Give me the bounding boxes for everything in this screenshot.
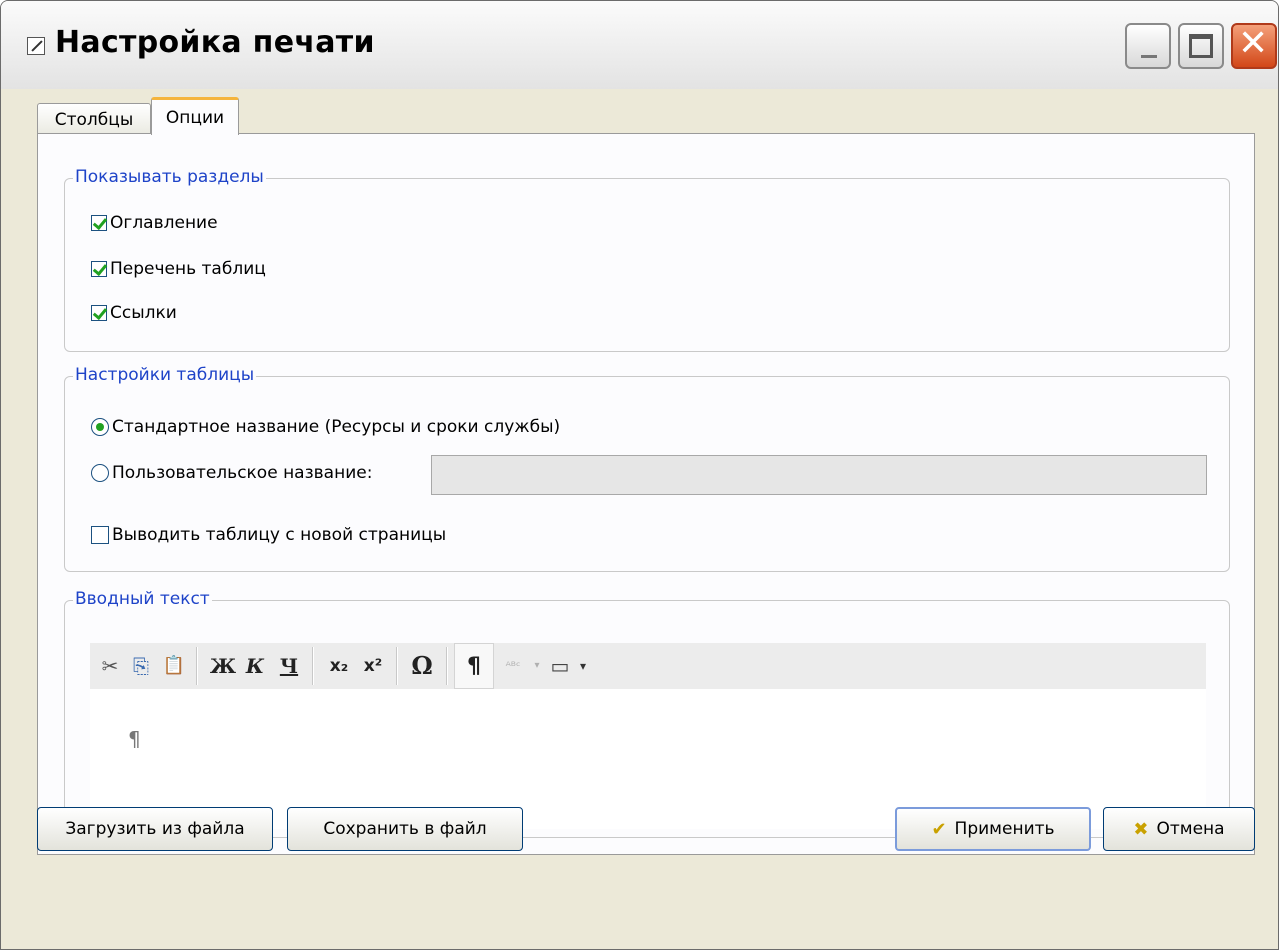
title-bar[interactable]: Настройка печати ✕ [1, 1, 1278, 89]
checkmark-icon: ✔ [931, 818, 947, 840]
paragraph-mark: ¶ [128, 727, 141, 751]
dialog-body: Столбцы Опции Показывать разделы Оглавле… [9, 89, 1272, 941]
radio-icon[interactable] [91, 464, 109, 482]
spell-check-dropdown-icon: ▾ [534, 660, 540, 671]
bold-icon[interactable]: Ж [208, 643, 238, 689]
tab-label: Столбцы [54, 110, 134, 130]
toolbar-separator [446, 647, 448, 685]
insert-field-icon[interactable]: ▭ [546, 643, 574, 689]
checkbox-icon[interactable] [91, 305, 107, 321]
toolbar-separator [312, 647, 314, 685]
toolbar-separator [396, 647, 398, 685]
load-from-file-button[interactable]: Загрузить из файла [37, 807, 273, 851]
minimize-icon [1141, 55, 1157, 58]
checkbox-icon[interactable] [91, 526, 109, 544]
button-label: Сохранить в файл [323, 819, 487, 839]
close-button[interactable]: ✕ [1231, 23, 1277, 69]
save-to-file-button[interactable]: Сохранить в файл [287, 807, 523, 851]
checkbox-references[interactable]: Ссылки [91, 303, 177, 323]
checkbox-new-page[interactable]: Выводить таблицу с новой страницы [91, 525, 446, 545]
maximize-icon [1189, 34, 1213, 58]
underline-icon[interactable]: Ч [274, 643, 304, 689]
button-label: Отмена [1156, 819, 1225, 839]
button-label: Загрузить из файла [65, 819, 245, 839]
cancel-icon: ✖ [1133, 818, 1149, 840]
cancel-button[interactable]: ✖ Отмена [1103, 807, 1255, 851]
radio-label: Пользовательское название: [112, 463, 373, 483]
italic-icon[interactable]: К [240, 643, 270, 689]
table-settings-group: Настройки таблицы Стандартное название (… [64, 365, 1230, 572]
radio-label: Стандартное название (Ресурсы и сроки сл… [112, 417, 561, 437]
apply-button[interactable]: ✔ Применить [895, 807, 1091, 851]
checkbox-label: Перечень таблиц [110, 259, 266, 279]
custom-name-input[interactable] [431, 455, 1207, 495]
show-sections-group: Показывать разделы Оглавление Перечень т… [64, 167, 1230, 352]
superscript-icon[interactable]: x² [358, 643, 388, 689]
checkbox-table-of-contents[interactable]: Оглавление [91, 213, 218, 233]
editor-toolbar: ✂ ⎘ 📋 Ж К Ч x₂ x² Ω ¶ ᴬᴮᶜ ▾ ▭ ▾ [90, 643, 1206, 689]
maximize-button[interactable] [1178, 23, 1224, 69]
checkbox-list-of-tables[interactable]: Перечень таблиц [91, 259, 266, 279]
checkbox-label: Выводить таблицу с новой страницы [112, 525, 447, 545]
spell-check-icon: ᴬᴮᶜ [505, 659, 521, 673]
subscript-icon[interactable]: x₂ [324, 643, 354, 689]
options-panel: Показывать разделы Оглавление Перечень т… [37, 133, 1255, 855]
checkbox-icon[interactable] [91, 261, 107, 277]
radio-custom-name[interactable]: Пользовательское название: [91, 463, 372, 483]
tab-options[interactable]: Опции [151, 97, 239, 135]
button-label: Применить [954, 819, 1055, 839]
tab-label: Опции [165, 108, 225, 128]
special-character-icon[interactable]: Ω [406, 643, 438, 689]
group-legend: Показывать разделы [73, 167, 266, 187]
cut-icon[interactable]: ✂ [96, 643, 124, 689]
checkbox-icon[interactable] [91, 215, 107, 231]
tab-columns[interactable]: Столбцы [37, 103, 151, 133]
group-legend: Вводный текст [73, 589, 212, 609]
group-legend: Настройки таблицы [73, 365, 257, 385]
copy-icon[interactable]: ⎘ [126, 643, 156, 689]
minimize-button[interactable] [1125, 23, 1171, 69]
radio-icon[interactable] [91, 418, 109, 436]
window-title: Настройка печати [55, 25, 375, 60]
window-app-icon [27, 37, 45, 55]
show-formatting-marks-icon[interactable]: ¶ [454, 643, 494, 689]
intro-text-group: Вводный текст ✂ ⎘ 📋 Ж К Ч x₂ x² Ω ¶ ᴬᴮᶜ … [64, 589, 1230, 838]
paste-icon[interactable]: 📋 [158, 643, 190, 689]
close-icon: ✕ [1238, 23, 1269, 64]
checkbox-label: Оглавление [110, 213, 218, 233]
checkbox-label: Ссылки [110, 303, 177, 323]
print-settings-window: Настройка печати ✕ Столбцы Опции Показыв… [0, 0, 1279, 950]
radio-standard-name[interactable]: Стандартное название (Ресурсы и сроки сл… [91, 417, 560, 437]
insert-field-dropdown-icon[interactable]: ▾ [576, 643, 590, 689]
toolbar-separator [196, 647, 198, 685]
